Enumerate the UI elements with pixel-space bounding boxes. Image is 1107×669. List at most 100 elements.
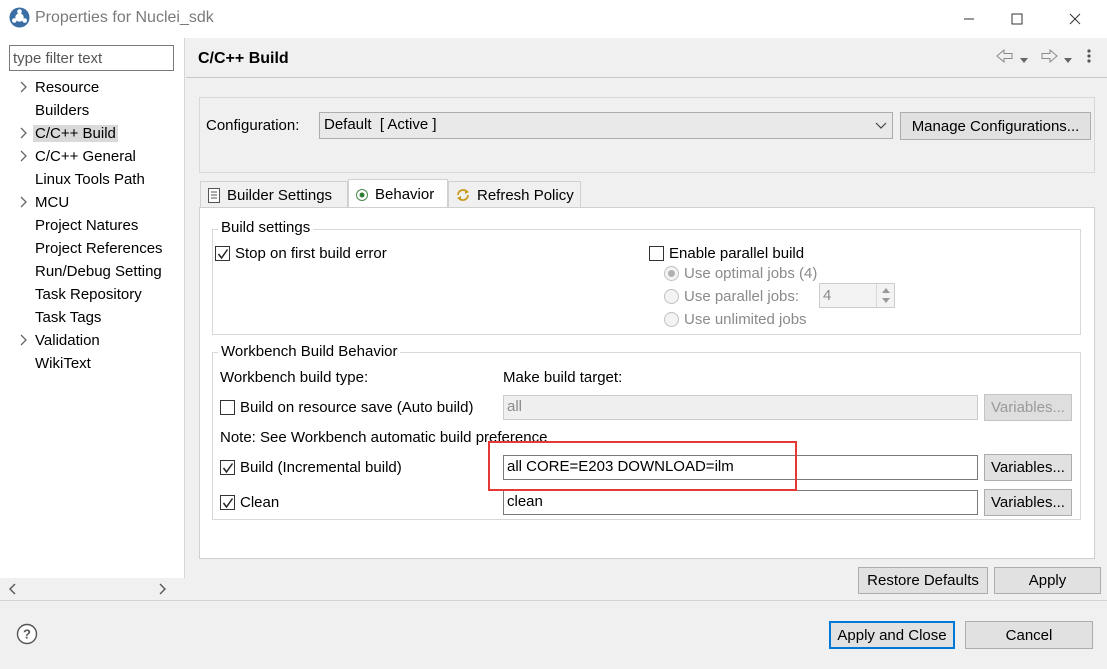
build-settings-title: Build settings [218, 219, 314, 236]
view-menu-icon[interactable] [1086, 48, 1092, 68]
sidebar-item-label: MCU [35, 193, 70, 211]
checkmark-icon [217, 248, 228, 259]
incremental-variables-button[interactable]: Variables... [984, 454, 1072, 481]
minimize-button[interactable] [946, 0, 992, 38]
auto-build-variables-button[interactable]: Variables... [984, 394, 1072, 421]
clean-checkbox[interactable]: Clean [220, 494, 279, 511]
page-title: C/C++ Build [198, 50, 289, 67]
refresh-policy-icon [457, 189, 469, 201]
sidebar-item-label: Project Natures [35, 216, 139, 234]
sidebar-item-c-c-general[interactable]: C/C++ General [13, 145, 138, 167]
sidebar-item-resource[interactable]: Resource [13, 76, 101, 98]
forward-dropdown-icon[interactable] [1063, 52, 1073, 69]
tab-refresh-policy[interactable]: Refresh Policy [448, 181, 581, 208]
tab-builder-settings[interactable]: Builder Settings [200, 181, 348, 208]
sidebar-item-label: Resource [35, 78, 100, 96]
scroll-right-icon[interactable] [157, 583, 167, 595]
back-dropdown-icon[interactable] [1019, 52, 1029, 69]
forward-arrow-icon[interactable] [1040, 48, 1058, 67]
parallel-jobs-radio[interactable]: Use parallel jobs: [664, 288, 799, 305]
sidebar-item-project-references[interactable]: Project References [13, 237, 165, 259]
sidebar-item-label: Validation [35, 331, 100, 349]
tree-horizontal-scrollbar[interactable] [0, 578, 185, 600]
close-button[interactable] [1052, 0, 1098, 38]
unlimited-jobs-label: Use unlimited jobs [684, 311, 807, 328]
auto-build-target-field[interactable]: all [503, 395, 978, 420]
stop-on-error-label: Stop on first build error [235, 245, 387, 262]
filter-input[interactable] [9, 45, 174, 71]
sidebar-item-builders[interactable]: Builders [13, 99, 91, 121]
parallel-jobs-label: Use parallel jobs: [684, 288, 800, 305]
sidebar-item-task-repository[interactable]: Task Repository [13, 283, 144, 305]
checkbox-box[interactable] [215, 246, 230, 261]
parallel-jobs-value: 4 [823, 287, 832, 304]
chevron-right-icon[interactable] [13, 329, 33, 351]
unlimited-jobs-radio[interactable]: Use unlimited jobs [664, 311, 807, 328]
sidebar-item-label: C/C++ General [35, 147, 136, 165]
parallel-build-checkbox[interactable]: Enable parallel build [649, 245, 804, 262]
sidebar-item-c-c-build[interactable]: C/C++ Build [13, 122, 118, 144]
chevron-down-icon [875, 122, 887, 129]
configuration-select[interactable]: Default [ Active ] [319, 112, 893, 139]
optimal-jobs-radio[interactable]: Use optimal jobs (4) [664, 265, 817, 282]
configuration-selected-value: Default [ Active ] [324, 116, 437, 133]
svg-text:?: ? [23, 627, 31, 642]
clean-variables-button[interactable]: Variables... [984, 489, 1072, 516]
sidebar-item-task-tags[interactable]: Task Tags [13, 306, 103, 328]
sidebar-item-validation[interactable]: Validation [13, 329, 102, 351]
chevron-right-icon[interactable] [13, 191, 33, 213]
sidebar-item-label: Task Repository [35, 285, 142, 303]
sidebar-item-project-natures[interactable]: Project Natures [13, 214, 140, 236]
minimize-icon [964, 18, 974, 20]
scroll-left-icon[interactable] [8, 583, 18, 595]
help-icon[interactable]: ? [16, 623, 38, 645]
auto-build-checkbox[interactable]: Build on resource save (Auto build) [220, 399, 473, 416]
incremental-build-checkbox[interactable]: Build (Incremental build) [220, 459, 402, 476]
sidebar-item-label: Task Tags [35, 308, 102, 326]
tab-behavior-label: Behavior [375, 186, 435, 203]
sidebar-item-label: Builders [35, 101, 90, 119]
cancel-button[interactable]: Cancel [965, 621, 1093, 649]
sidebar-item-label: WikiText [35, 354, 91, 372]
configuration-label: Configuration: [206, 117, 300, 134]
tab-behavior[interactable]: Behavior [348, 179, 448, 209]
eclipse-app-icon [9, 7, 30, 28]
sidebar-item-wikitext[interactable]: WikiText [13, 352, 93, 374]
radio-button[interactable] [664, 266, 679, 281]
close-icon [1069, 13, 1081, 25]
sidebar-item-run-debug-setting[interactable]: Run/Debug Setting [13, 260, 164, 282]
parallel-jobs-spinner[interactable]: 4 [819, 283, 895, 308]
spinner-down-icon[interactable] [882, 298, 890, 303]
sidebar-item-linux-tools-path[interactable]: Linux Tools Path [13, 168, 147, 190]
maximize-button[interactable] [994, 0, 1040, 38]
radio-button[interactable] [664, 312, 679, 327]
sidebar-item-mcu[interactable]: MCU [13, 191, 71, 213]
checkbox-box[interactable] [220, 495, 235, 510]
apply-button[interactable]: Apply [994, 567, 1101, 594]
chevron-right-icon[interactable] [13, 122, 33, 144]
apply-and-close-button[interactable]: Apply and Close [829, 621, 955, 649]
sidebar-item-label: Linux Tools Path [35, 170, 145, 188]
tab-refresh-policy-label: Refresh Policy [477, 186, 574, 204]
clean-label: Clean [240, 494, 280, 511]
spinner-arrows[interactable] [876, 284, 894, 307]
checkbox-box[interactable] [220, 400, 235, 415]
auto-build-label: Build on resource save (Auto build) [240, 399, 474, 416]
restore-defaults-button[interactable]: Restore Defaults [858, 567, 988, 594]
stop-on-error-checkbox[interactable]: Stop on first build error [215, 245, 387, 262]
checkbox-box[interactable] [649, 246, 664, 261]
radio-button[interactable] [664, 289, 679, 304]
clean-target-field[interactable]: clean [503, 490, 978, 515]
spinner-up-icon[interactable] [882, 288, 890, 293]
sidebar-item-label: C/C++ Build [33, 124, 118, 142]
checkbox-box[interactable] [220, 460, 235, 475]
manage-configurations-button[interactable]: Manage Configurations... [900, 112, 1091, 140]
window-title: Properties for Nuclei_sdk [35, 9, 214, 26]
back-arrow-icon[interactable] [996, 48, 1014, 67]
chevron-right-icon[interactable] [13, 76, 33, 98]
chevron-right-icon[interactable] [13, 145, 33, 167]
maximize-icon [1011, 13, 1023, 25]
builder-settings-icon [208, 187, 220, 203]
